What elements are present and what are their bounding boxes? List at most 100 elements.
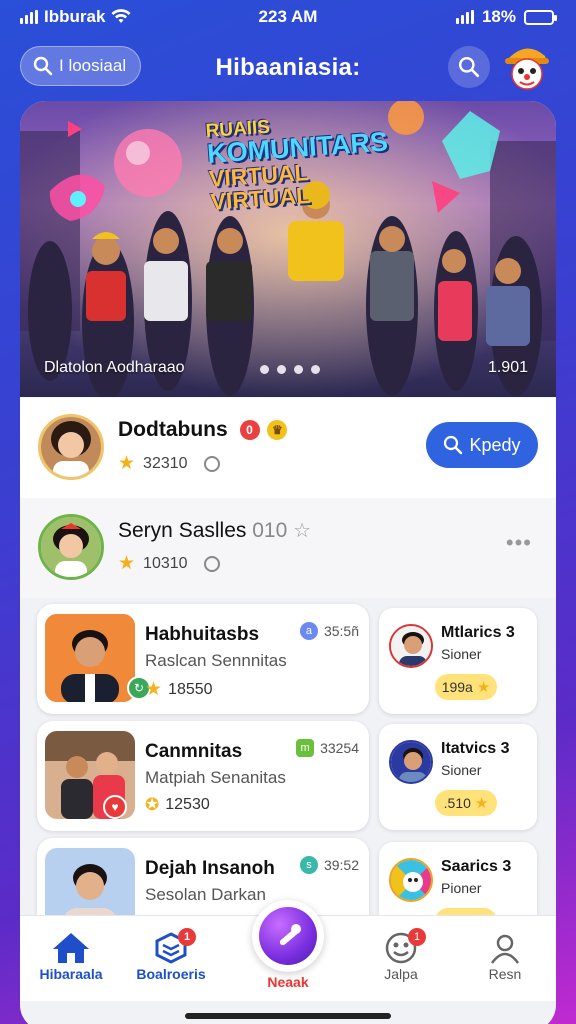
leader-name: Itatvics 3: [441, 740, 510, 757]
community-title: Dejah Insanoh: [145, 858, 275, 879]
comment-icon: [203, 555, 220, 572]
home-icon: [53, 933, 89, 963]
nav-item-home[interactable]: Hibaraala: [26, 930, 116, 982]
community-score: ✪ 12530: [145, 795, 210, 815]
leader-points-value: 199a: [441, 679, 473, 695]
bottom-nav: Hibaraala 1 Boalroeris Neaak 1 Jalpa Res…: [20, 900, 556, 1001]
featured-suffix: 010: [252, 519, 288, 542]
leader-avatar: [389, 740, 433, 784]
nav-item-social[interactable]: 1 Jalpa: [356, 928, 446, 982]
nav-item-label: Jalpa: [384, 966, 418, 982]
avatar: [38, 514, 104, 580]
featured-row[interactable]: Dodtabuns 0 ♛ ★ 32310 Kpedy: [20, 398, 556, 498]
community-title: Canmnitas: [145, 741, 243, 762]
nav-item-label: Resn: [488, 966, 522, 982]
leader-role: Sioner: [441, 646, 482, 662]
community-card[interactable]: ♥ Canmnitas Matpiah Senanitas ✪ 12530 m 33…: [37, 721, 369, 831]
leader-name: Saarics 3: [441, 858, 512, 875]
leader-name: Mtlarics 3: [441, 624, 515, 641]
star-outline-icon: ☆: [293, 520, 312, 542]
tag-icon: a: [299, 622, 318, 640]
hero-title: RUAIIS KOMUNITARS VIRTUAL VIRTUAL: [205, 108, 411, 215]
community-time: m 33254: [296, 739, 359, 757]
main-card: RUAIIS KOMUNITARS VIRTUAL VIRTUAL Dlatol…: [20, 101, 556, 1024]
community-time-value: 35:5ñ: [323, 623, 359, 639]
more-options-icon[interactable]: •••: [506, 530, 532, 556]
featured-meta: ★ 32310: [118, 452, 220, 475]
nav-item-label: Hibaraala: [39, 966, 103, 982]
community-subtitle: Sesolan Darkan: [145, 885, 266, 904]
tag-icon: m: [296, 739, 315, 757]
leader-role: Sioner: [441, 762, 482, 778]
community-time-value: 33254: [320, 740, 359, 756]
app-header: I loosiaal Hibaaniasia:: [0, 44, 576, 92]
featured-name-text: Seryn Saslles: [118, 519, 247, 542]
community-time-value: 39:52: [323, 857, 359, 873]
featured-score: 10310: [143, 554, 188, 572]
featured-meta: ★ 10310: [118, 552, 220, 575]
avatar: [38, 414, 104, 480]
profile-icon: [490, 934, 520, 964]
community-card[interactable]: ↻ Habhuitasbs Raslcan Sennnitas ★ 18550 a…: [37, 604, 369, 714]
join-button-label: Kpedy: [469, 434, 521, 455]
featured-score: 32310: [143, 454, 188, 472]
nav-item-boards[interactable]: 1 Boalroeris: [126, 928, 216, 982]
leader-points: .510 ★: [435, 790, 497, 816]
mascot-avatar-icon[interactable]: [503, 42, 551, 92]
leader-points-value: .510: [443, 795, 471, 811]
star-icon: ★: [476, 679, 491, 696]
notification-badge: 1: [178, 928, 196, 946]
carousel-dot[interactable]: [277, 365, 286, 374]
hero-count: 1.901: [487, 359, 528, 376]
home-indicator[interactable]: [185, 1013, 391, 1019]
leader-card[interactable]: Itatvics 3 Sioner .510 ★: [379, 724, 537, 830]
star-icon: ★: [118, 553, 136, 574]
cell-signal-icon: [455, 10, 474, 24]
community-score: ★ 18550: [145, 678, 213, 701]
carousel-dot[interactable]: [294, 365, 303, 374]
badge-star-icon: ✪: [145, 795, 160, 814]
community-subtitle: Matpiah Senanitas: [145, 768, 286, 787]
featured-name: Seryn Saslles 010 ☆: [118, 518, 311, 543]
community-time: s 39:52: [299, 856, 359, 874]
microphone-icon: [279, 924, 301, 946]
leader-avatar: [389, 858, 433, 902]
featured-row[interactable]: Seryn Saslles 010 ☆ ★ 10310 •••: [20, 498, 556, 598]
carousel-dots[interactable]: [260, 365, 320, 374]
featured-name: Dodtabuns 0 ♛: [118, 418, 288, 442]
battery-percent: 18%: [481, 7, 516, 26]
nav-item-profile[interactable]: Resn: [460, 930, 550, 982]
community-title: Habhuitasbs: [145, 624, 260, 645]
star-icon: ★: [474, 795, 489, 812]
leader-points: 199a ★: [435, 674, 497, 700]
carousel-dot[interactable]: [260, 365, 269, 374]
hero-banner[interactable]: RUAIIS KOMUNITARS VIRTUAL VIRTUAL Dlatol…: [20, 101, 556, 397]
star-icon: ★: [118, 453, 136, 474]
nav-item-label: Boalroeris: [136, 966, 206, 982]
record-button[interactable]: [252, 900, 324, 972]
community-photo: [45, 614, 135, 702]
leader-card[interactable]: Mtlarics 3 Sioner 199a ★: [379, 608, 537, 714]
search-icon: [444, 435, 463, 455]
join-button[interactable]: Kpedy: [426, 422, 538, 468]
search-icon: [458, 56, 480, 78]
notification-badge: 1: [408, 928, 426, 946]
carousel-dot[interactable]: [311, 365, 320, 374]
hero-caption: Dlatolon Aodharaao: [44, 359, 185, 376]
featured-name-text: Dodtabuns: [118, 418, 228, 441]
heart-badge-icon: ♥: [103, 795, 127, 819]
community-time: a 35:5ñ: [299, 622, 359, 640]
community-subtitle: Raslcan Sennnitas: [145, 651, 287, 670]
record-button-label: Neaak: [267, 974, 309, 990]
community-score-value: 18550: [168, 680, 213, 698]
leader-avatar: [389, 624, 433, 668]
header-search-button[interactable]: [448, 46, 490, 88]
community-score-value: 12530: [165, 796, 210, 813]
star-icon: ★: [145, 679, 163, 700]
leader-role: Pioner: [441, 880, 482, 896]
trophy-icon: ♛: [267, 420, 288, 441]
tag-icon: s: [299, 856, 318, 874]
notification-badge: 0: [239, 420, 260, 441]
comment-icon: [203, 455, 220, 472]
status-bar: Ibburak 223 AM 18%: [0, 0, 576, 36]
